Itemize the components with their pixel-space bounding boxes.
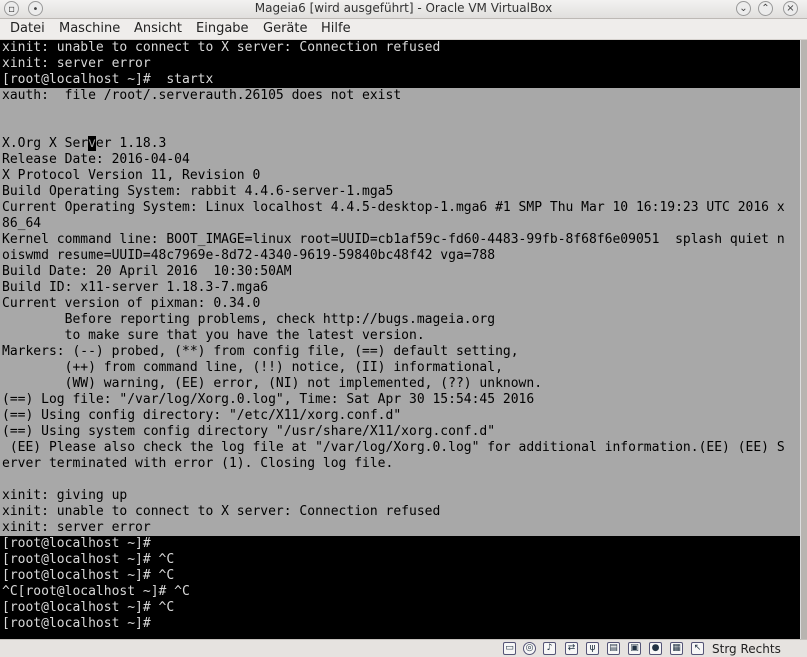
terminal-row-bg [0,120,800,136]
window-title: Mageia6 [wird ausgeführt] - Oracle VM Vi… [254,1,553,15]
terminal-line: (==) Using system config directory "/usr… [2,424,496,439]
terminal-line: (EE) Please also check the log file at "… [2,440,785,455]
close-icon[interactable]: × [783,1,798,16]
terminal-line: [root@localhost ~]# ^C [2,552,175,567]
terminal-line: Build ID: x11-server 1.18.3-7.mga6 [2,280,269,295]
menu-geraete[interactable]: Geräte [263,21,307,36]
terminal-row-bg [0,472,800,488]
video-capture-icon[interactable]: ● [649,642,662,655]
terminal-line: Build Date: 20 April 2016 10:30:50AM [2,264,292,279]
vm-screen[interactable]: xinit: unable to connect to X server: Co… [0,40,800,639]
terminal-row-bg [0,216,800,232]
mouse-integration-icon[interactable]: ↖ [691,642,704,655]
terminal-line: Kernel command line: BOOT_IMAGE=linux ro… [2,232,785,247]
network-icon[interactable]: ⇄ [565,642,578,655]
optical-drive-icon[interactable]: ◎ [523,642,536,655]
terminal-line: [root@localhost ~]# ^C [2,600,175,615]
terminal-line: (==) Log file: "/var/log/Xorg.0.log", Ti… [2,392,535,407]
screen-edge [800,40,807,639]
terminal-line: X.Org X Server 1.18.3 [2,136,167,151]
display-icon[interactable]: ▣ [628,642,641,655]
cpu-icon[interactable]: ▦ [670,642,683,655]
terminal-line: xauth: file /root/.serverauth.26105 does… [2,88,402,103]
menu-bar: Datei Maschine Ansicht Eingabe Geräte Hi… [0,19,807,39]
terminal-line: xinit: server error [2,56,151,71]
terminal-line: (++) from command line, (!!) notice, (II… [2,360,503,375]
terminal-line: to make sure that you have the latest ve… [2,328,425,343]
menu-eingabe[interactable]: Eingabe [196,21,249,36]
terminal-row-bg [0,104,800,120]
terminal-line: X Protocol Version 11, Revision 0 [2,168,261,183]
terminal-line: 86_64 [2,216,42,231]
terminal-line: erver terminated with error (1). Closing… [2,456,394,471]
terminal-line: oiswmd resume=UUID=48c7969e-8d72-4340-96… [2,248,496,263]
host-key-label: Strg Rechts [712,642,781,656]
menu-hilfe[interactable]: Hilfe [321,21,351,36]
text-cursor: v [88,136,96,151]
audio-icon[interactable]: ♪ [543,642,556,655]
hard-disk-icon[interactable]: ▭ [503,642,516,655]
terminal-line: Current Operating System: Linux localhos… [2,200,785,215]
usb-icon[interactable]: ψ [586,642,599,655]
terminal-line: (WW) warning, (EE) error, (NI) not imple… [2,376,543,391]
terminal-line: xinit: unable to connect to X server: Co… [2,40,441,55]
terminal-line: Current version of pixman: 0.34.0 [2,296,261,311]
terminal-line: xinit: unable to connect to X server: Co… [2,504,441,519]
terminal-line: Before reporting problems, check http://… [2,312,496,327]
terminal-line: (==) Using config directory: "/etc/X11/x… [2,408,402,423]
terminal-line: xinit: giving up [2,488,128,503]
terminal-line: [root@localhost ~]# [2,536,151,551]
shared-folder-icon[interactable]: ▤ [607,642,620,655]
terminal-line: xinit: server error [2,520,151,535]
terminal-line: [root@localhost ~]# [2,616,151,631]
minimize-icon[interactable]: ⌄ [736,1,751,16]
status-bar: ▭ ◎ ♪ ⇄ ψ ▤ ▣ ● ▦ ↖ Strg Rechts [0,639,807,657]
terminal-line: Markers: (--) probed, (**) from config f… [2,344,519,359]
maximize-icon[interactable]: ⌃ [758,1,773,16]
menu-ansicht[interactable]: Ansicht [134,21,182,36]
terminal-line: Release Date: 2016-04-04 [2,152,190,167]
menu-datei[interactable]: Datei [10,21,45,36]
terminal-line: Build Operating System: rabbit 4.4.6-ser… [2,184,394,199]
title-bar: ▫ • Mageia6 [wird ausgeführt] - Oracle V… [0,0,807,19]
terminal-line: [root@localhost ~]# startx [2,72,214,87]
menu-maschine[interactable]: Maschine [59,21,120,36]
terminal-line: [root@localhost ~]# ^C [2,568,175,583]
terminal-line: ^C[root@localhost ~]# ^C [2,584,190,599]
